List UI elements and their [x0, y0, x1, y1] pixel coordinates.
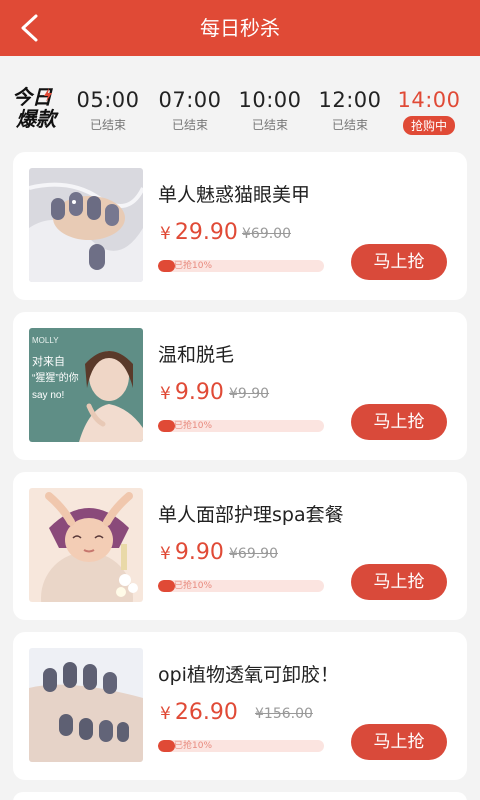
product-name: 温和脱毛	[158, 344, 235, 366]
sold-progress-bar: 已抢10%	[158, 740, 324, 752]
currency-symbol: ¥	[160, 704, 171, 724]
price-value: 9.90	[174, 380, 224, 405]
time-slot-1400[interactable]: 14:00 抢购中	[389, 88, 469, 135]
time-slot-0700[interactable]: 07:00 已结束	[150, 88, 230, 133]
slot-status: 已结束	[251, 118, 288, 132]
thumb-text: 对来自	[32, 354, 65, 368]
product-price: ¥9.90	[160, 540, 224, 565]
original-price: ¥69.00	[242, 226, 291, 242]
progress-fill	[158, 740, 175, 752]
product-price: ¥9.90	[160, 380, 224, 405]
product-card-partial	[13, 792, 467, 800]
thumb-text: say no!	[32, 390, 64, 401]
sold-progress-bar: 已抢10%	[158, 260, 324, 272]
product-card[interactable]: MOLLY 对来自 “猩猩”的你 say no! 温和脱毛 ¥9.90 ¥9.9…	[13, 312, 467, 460]
sold-progress-bar: 已抢10%	[158, 580, 324, 592]
slot-time: 07:00	[158, 88, 222, 112]
product-image-facial-spa	[29, 488, 143, 602]
logo-line1: 今日	[12, 85, 52, 109]
buy-now-button[interactable]: 马上抢	[351, 404, 447, 440]
product-name: 单人面部护理spa套餐	[158, 504, 344, 526]
thumb-text: MOLLY	[32, 336, 59, 345]
time-slot-0500[interactable]: 05:00 已结束	[68, 88, 148, 133]
chevron-left-icon	[21, 14, 38, 42]
progress-label: 已抢10%	[174, 741, 213, 751]
product-card[interactable]: 单人面部护理spa套餐 ¥9.90 ¥69.90 已抢10% 马上抢	[13, 472, 467, 620]
price-value: 9.90	[174, 540, 224, 565]
header-bar: 每日秒杀	[0, 0, 480, 56]
flash-sale-time-bar: 今日 爆款 05:00 已结束 07:00 已结束 10:00 已结束 12:0…	[0, 56, 480, 142]
product-price: ¥26.90	[160, 700, 238, 725]
buy-now-button[interactable]: 马上抢	[351, 564, 447, 600]
product-card[interactable]: 单人魅惑猫眼美甲 ¥29.90 ¥69.00 已抢10% 马上抢	[13, 152, 467, 300]
slot-status-active: 抢购中	[402, 116, 455, 135]
product-image-opi-gel-nails	[29, 648, 143, 762]
original-price: ¥156.00	[255, 706, 313, 722]
product-image-cat-eye-nails	[29, 168, 143, 282]
back-button[interactable]	[14, 10, 50, 46]
price-value: 29.90	[174, 220, 238, 245]
product-name: 单人魅惑猫眼美甲	[158, 184, 311, 206]
sold-progress-bar: 已抢10%	[158, 420, 324, 432]
time-slot-1200[interactable]: 12:00 已结束	[310, 88, 390, 133]
progress-label: 已抢10%	[174, 421, 213, 431]
slot-time: 10:00	[238, 88, 302, 112]
product-image-hair-removal: MOLLY 对来自 “猩猩”的你 say no!	[29, 328, 143, 442]
currency-symbol: ¥	[160, 224, 171, 244]
original-price: ¥69.90	[229, 546, 278, 562]
progress-fill	[158, 260, 175, 272]
slot-status: 已结束	[331, 118, 368, 132]
product-name: opi植物透氧可卸胶！	[158, 664, 339, 686]
buy-now-button[interactable]: 马上抢	[351, 724, 447, 760]
progress-label: 已抢10%	[174, 261, 213, 271]
currency-symbol: ¥	[160, 544, 171, 564]
logo-line2: 爆款	[16, 107, 56, 131]
progress-fill	[158, 420, 175, 432]
product-card[interactable]: opi植物透氧可卸胶！ ¥26.90 ¥156.00 已抢10% 马上抢	[13, 632, 467, 780]
original-price: ¥9.90	[229, 386, 270, 402]
buy-now-button[interactable]: 马上抢	[351, 244, 447, 280]
lightning-icon	[44, 88, 52, 102]
price-value: 26.90	[174, 700, 238, 725]
product-price: ¥29.90	[160, 220, 238, 245]
time-slot-1000[interactable]: 10:00 已结束	[230, 88, 310, 133]
progress-label: 已抢10%	[174, 581, 213, 591]
flash-sale-logo: 今日 爆款	[12, 86, 64, 134]
slot-time: 12:00	[318, 88, 382, 112]
slot-status: 已结束	[89, 118, 126, 132]
page-title: 每日秒杀	[200, 16, 280, 40]
slot-time: 14:00	[397, 88, 461, 112]
slot-status: 已结束	[171, 118, 208, 132]
progress-fill	[158, 580, 175, 592]
currency-symbol: ¥	[160, 384, 171, 404]
slot-time: 05:00	[76, 88, 140, 112]
thumb-text: “猩猩”的你	[32, 371, 79, 384]
